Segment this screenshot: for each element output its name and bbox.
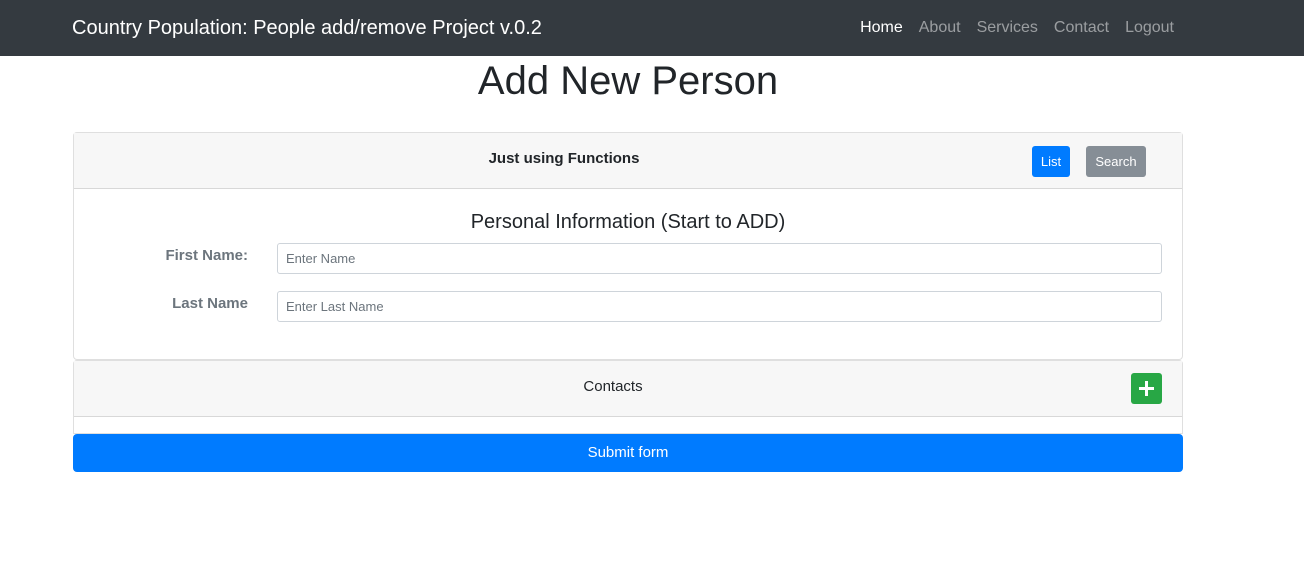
card-header: Just using Functions List Search — [74, 133, 1182, 189]
personal-info-title: Personal Information (Start to ADD) — [470, 211, 786, 233]
plus-icon — [1139, 381, 1154, 396]
last-name-label: Last Name — [172, 295, 248, 312]
search-button[interactable]: Search — [1086, 146, 1146, 177]
contacts-header: Contacts — [74, 361, 1182, 417]
contacts-card: Contacts — [73, 360, 1183, 434]
add-contact-button[interactable] — [1131, 373, 1162, 404]
first-name-label: First Name: — [165, 247, 248, 264]
nav-about[interactable]: About — [919, 16, 961, 40]
nav-logout[interactable]: Logout — [1125, 16, 1174, 40]
list-button[interactable]: List — [1032, 146, 1070, 177]
contacts-title: Contacts — [583, 378, 643, 395]
nav-contact[interactable]: Contact — [1054, 16, 1109, 40]
card-header-title: Just using Functions — [488, 150, 640, 167]
page-title: Add New Person — [477, 59, 779, 103]
person-form-card: Just using Functions List Search Persona… — [73, 132, 1183, 360]
submit-form-button[interactable]: Submit form — [73, 434, 1183, 472]
nav-services[interactable]: Services — [977, 16, 1038, 40]
nav-links: Home About Services Contact Logout — [860, 16, 1174, 40]
nav-home[interactable]: Home — [860, 16, 903, 40]
brand-title[interactable]: Country Population: People add/remove Pr… — [72, 14, 542, 42]
first-name-input[interactable] — [277, 243, 1162, 274]
last-name-input[interactable] — [277, 291, 1162, 322]
navbar: Country Population: People add/remove Pr… — [0, 0, 1304, 56]
